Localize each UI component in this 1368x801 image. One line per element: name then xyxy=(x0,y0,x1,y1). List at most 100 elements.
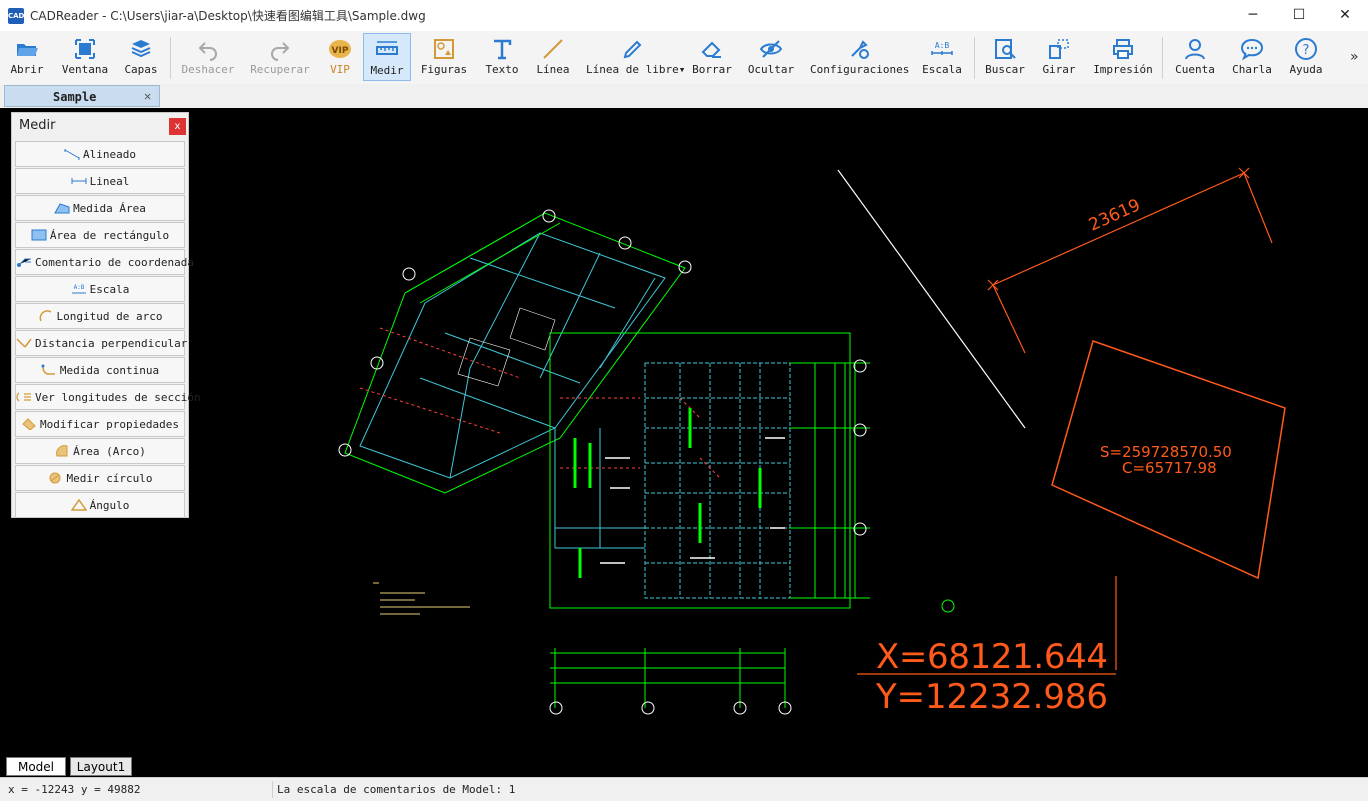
shapes-label: Figuras xyxy=(420,63,468,76)
title-bar: CAD CADReader - C:\Users\jiar-a\Desktop\… xyxy=(0,0,1368,32)
erase-button[interactable]: Borrar xyxy=(690,33,734,81)
search-button[interactable]: Buscar xyxy=(983,33,1027,81)
pen-icon xyxy=(623,40,642,59)
scale-button[interactable]: A:B Escala xyxy=(920,33,964,81)
perpendicular-icon xyxy=(16,338,32,348)
print-label: Impresión xyxy=(1093,63,1153,76)
redo-label: Recuperar xyxy=(250,63,310,76)
hide-button[interactable]: Ocultar xyxy=(746,33,796,81)
window-title: CADReader - C:\Users\jiar-a\Desktop\快速看图… xyxy=(30,9,426,23)
properties-icon xyxy=(22,418,36,430)
measure-item-rect-area[interactable]: Área de rectángulo xyxy=(15,222,185,248)
layers-button[interactable]: Capas xyxy=(120,33,162,81)
measure-button[interactable]: Medir xyxy=(363,33,411,81)
toolbar-divider xyxy=(974,37,975,79)
undo-button[interactable]: Deshacer xyxy=(178,33,238,81)
rect-area-icon xyxy=(31,229,47,241)
cad-drawing[interactable]: 23619 S=259728570.50 C=65717.98 X=68121.… xyxy=(0,108,1368,756)
measure-item-arc-length[interactable]: Longitud de arco xyxy=(15,303,185,329)
measure-item-label: Alineado xyxy=(83,148,136,161)
print-button[interactable]: Impresión xyxy=(1092,33,1154,81)
close-window-button[interactable]: ✕ xyxy=(1322,0,1368,31)
rotate-label: Girar xyxy=(1042,63,1076,76)
account-label: Cuenta xyxy=(1175,63,1215,76)
measure-item-angle[interactable]: Ángulo xyxy=(15,492,185,518)
help-question-icon: ? xyxy=(1295,38,1317,60)
vip-label: VIP xyxy=(330,63,350,76)
status-divider xyxy=(272,781,273,798)
cursor-coordinates: x = -12243 y = 49882 xyxy=(8,783,141,796)
aligned-dimension xyxy=(987,167,1273,354)
toolbar-divider xyxy=(1162,37,1163,79)
open-button[interactable]: Abrir xyxy=(4,33,50,81)
status-message: La escala de comentarios de Model: 1 xyxy=(277,783,516,796)
document-tab-sample[interactable]: Sample ✕ xyxy=(4,85,160,107)
help-button[interactable]: ? Ayuda xyxy=(1286,33,1326,81)
linear-icon xyxy=(71,178,87,184)
freehand-line-button[interactable]: Línea de libre▾ xyxy=(586,33,686,81)
shapes-icon xyxy=(434,39,454,59)
sheet-tab-model[interactable]: Model xyxy=(6,757,66,776)
measure-item-scale[interactable]: A:B Escala xyxy=(15,276,185,302)
sheet-tab-layout1[interactable]: Layout1 xyxy=(70,757,132,776)
eraser-icon xyxy=(701,41,721,58)
scale-icon: A:B xyxy=(71,284,86,294)
measure-item-properties[interactable]: Modificar propiedades xyxy=(15,411,185,437)
help-label: Ayuda xyxy=(1289,63,1323,76)
drawing-notes xyxy=(373,582,470,615)
coordinate-icon xyxy=(17,258,31,267)
svg-text:A:B: A:B xyxy=(935,41,950,50)
printer-icon xyxy=(1113,39,1133,59)
rotate-icon xyxy=(1049,39,1069,59)
redo-button[interactable]: Recuperar xyxy=(248,33,312,81)
window-button[interactable]: Ventana xyxy=(58,33,112,81)
aligned-icon xyxy=(64,149,80,160)
erase-label: Borrar xyxy=(692,63,732,76)
svg-text:A:B: A:B xyxy=(73,284,84,291)
text-button[interactable]: Texto xyxy=(482,33,522,81)
measure-item-arc-area[interactable]: Área (Arco) xyxy=(15,438,185,464)
layers-label: Capas xyxy=(124,63,158,76)
eye-hidden-icon xyxy=(759,40,783,58)
measure-item-continuous[interactable]: Medida continua xyxy=(15,357,185,383)
measure-item-circle[interactable]: Medir círculo xyxy=(15,465,185,491)
measure-item-perpendicular[interactable]: Distancia perpendicular xyxy=(15,330,187,356)
ruler-icon xyxy=(376,41,398,55)
measure-item-linear[interactable]: Lineal xyxy=(15,168,185,194)
angle-icon xyxy=(70,499,87,511)
rotate-button[interactable]: Girar xyxy=(1040,33,1078,81)
measure-item-aligned[interactable]: Alineado xyxy=(15,141,185,167)
area-icon xyxy=(54,203,70,214)
search-label: Buscar xyxy=(985,63,1025,76)
measure-panel-close-button[interactable]: x xyxy=(169,118,186,135)
measure-item-area[interactable]: Medida Área xyxy=(15,195,185,221)
settings-button[interactable]: Configuraciones xyxy=(810,33,909,81)
freehand-line-label: Línea de libre▾ xyxy=(586,63,686,76)
close-tab-icon[interactable]: ✕ xyxy=(144,89,151,103)
text-label: Texto xyxy=(485,63,519,76)
line-icon xyxy=(543,39,563,59)
measure-item-section-lengths[interactable]: Ver longitudes de sección xyxy=(15,384,201,410)
maximize-button[interactable]: ☐ xyxy=(1276,0,1322,31)
drawing-canvas[interactable]: 23619 S=259728570.50 C=65717.98 X=68121.… xyxy=(0,108,1368,756)
shapes-button[interactable]: Figuras xyxy=(420,33,468,81)
undo-label: Deshacer xyxy=(181,63,235,76)
account-button[interactable]: Cuenta xyxy=(1172,33,1218,81)
measure-item-label: Lineal xyxy=(89,175,130,188)
chat-button[interactable]: Charla xyxy=(1230,33,1274,81)
toolbar-divider xyxy=(170,37,171,79)
search-icon xyxy=(995,39,1016,59)
minimize-button[interactable]: ─ xyxy=(1230,0,1276,31)
area-c-text: C=65717.98 xyxy=(1122,459,1217,477)
measure-item-label: Medida continua xyxy=(59,364,160,377)
measure-item-coordinate[interactable]: Comentario de coordenada xyxy=(15,249,194,275)
line-button[interactable]: Línea xyxy=(534,33,572,81)
line-label: Línea xyxy=(536,63,570,76)
window-label: Ventana xyxy=(61,63,109,76)
toolbar-overflow-button[interactable]: » xyxy=(1350,49,1359,65)
svg-text:VIP: VIP xyxy=(332,46,349,56)
dimension-value-text: 23619 xyxy=(1086,195,1144,235)
vip-button[interactable]: VIP VIP xyxy=(322,33,358,81)
sheet-tabs: Model Layout1 xyxy=(0,756,1368,777)
app-logo-icon: CAD xyxy=(8,8,24,24)
